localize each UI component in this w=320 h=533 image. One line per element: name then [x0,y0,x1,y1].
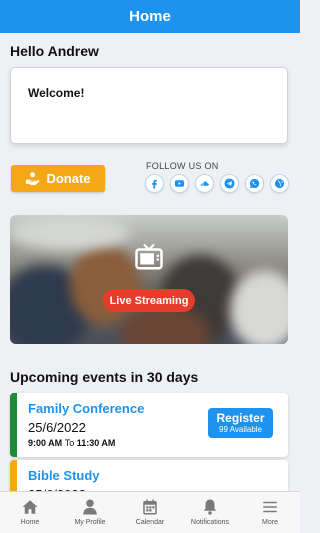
live-streaming-button[interactable]: Live Streaming [103,289,195,312]
live-stream-banner[interactable]: Live Streaming [10,215,288,344]
page-title: Home [129,8,171,25]
bottom-navigation: Home My Profile Calendar Notifications M… [0,491,300,533]
register-button[interactable]: Register 99 Available [208,408,273,438]
event-card[interactable]: Family Conference 25/6/2022 9:00 AM To 1… [10,393,288,457]
donate-hand-icon [26,172,40,186]
menu-icon [263,501,277,513]
register-label: Register [216,411,265,425]
nav-label: Calendar [135,519,165,526]
nav-label: Home [20,519,40,526]
youtube-icon[interactable] [170,174,189,193]
nav-notifications[interactable]: Notifications [180,492,240,533]
greeting-text: Hello Andrew [10,43,99,59]
nav-home[interactable]: Home [0,492,60,533]
top-app-bar: Home [0,0,300,33]
whatsapp-icon[interactable] [245,174,264,193]
globe-icon[interactable] [270,174,289,193]
soundcloud-icon[interactable] [195,174,214,193]
facebook-icon[interactable] [145,174,164,193]
event-time: 9:00 AM To 11:30 AM [28,438,116,448]
welcome-card: Welcome! [10,67,288,144]
event-name: Family Conference [28,401,145,416]
social-links [145,174,289,193]
welcome-text: Welcome! [28,86,85,100]
telegram-icon[interactable] [220,174,239,193]
bell-icon [204,499,216,515]
donate-button[interactable]: Donate [11,165,105,192]
nav-label: More [262,519,278,526]
home-icon [22,500,38,514]
follow-us-label: FOLLOW US ON [146,161,219,171]
event-date: 25/6/2022 [28,420,86,435]
nav-my-profile[interactable]: My Profile [60,492,120,533]
availability-count: 99 Available [219,425,262,434]
nav-calendar[interactable]: Calendar [120,492,180,533]
donate-label: Donate [46,171,91,186]
nav-label: Notifications [190,519,230,526]
profile-icon [83,499,97,515]
calendar-icon [143,499,157,515]
upcoming-events-title: Upcoming events in 30 days [10,369,199,385]
tv-icon [135,243,163,270]
event-name: Bible Study [28,468,100,483]
nav-label: My Profile [74,519,106,526]
nav-more[interactable]: More [240,492,300,533]
event-accent-bar [10,393,17,457]
